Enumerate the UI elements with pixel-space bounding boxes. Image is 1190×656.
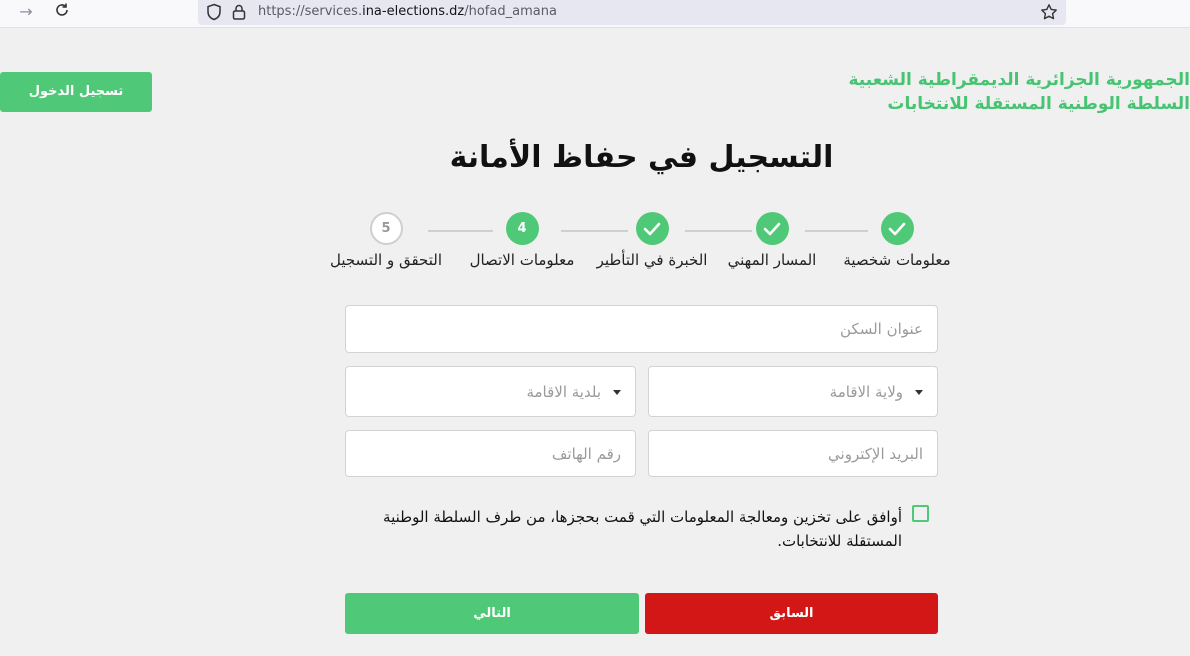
authority-name: السلطة الوطنية المستقلة للانتخابات xyxy=(887,94,1190,114)
email-input[interactable] xyxy=(648,430,938,477)
phone-input[interactable] xyxy=(345,430,636,477)
wilaya-select[interactable]: ولاية الاقامة xyxy=(648,366,938,417)
step-number: 4 xyxy=(505,212,539,245)
step-label: معلومات الاتصال xyxy=(469,251,575,269)
address-input[interactable] xyxy=(345,305,938,353)
step-verification: 5 التحقق و التسجيل xyxy=(311,212,461,269)
forward-arrow-icon[interactable]: → xyxy=(14,2,38,22)
step-supervision-experience: الخبرة في التأطير xyxy=(577,212,727,269)
caret-down-icon xyxy=(613,390,621,395)
url-text: https://services.ina-elections.dz/hofad_… xyxy=(258,4,557,19)
commune-select[interactable]: بلدية الاقامة xyxy=(345,366,636,417)
url-path: /hofad_amana xyxy=(464,4,557,19)
consent-text: أوافق على تخزين ومعالجة المعلومات التي ق… xyxy=(383,508,902,550)
caret-down-icon xyxy=(915,390,923,395)
gov-header: الجمهورية الجزائرية الديمقراطية الشعبية … xyxy=(848,68,1190,116)
next-button[interactable]: التالي xyxy=(345,593,639,634)
url-bar[interactable]: https://services.ina-elections.dz/hofad_… xyxy=(198,0,1066,25)
reload-icon[interactable] xyxy=(50,2,74,22)
consent-checkbox[interactable] xyxy=(912,505,929,522)
url-prefix: https://services. xyxy=(258,4,363,19)
lock-icon[interactable] xyxy=(232,3,246,25)
page-title: التسجيل في حفاظ الأمانة xyxy=(449,140,834,175)
check-icon xyxy=(880,212,914,245)
check-icon xyxy=(755,212,789,245)
url-host: ina-elections.dz xyxy=(362,4,465,19)
star-icon[interactable] xyxy=(1040,3,1058,25)
browser-toolbar: → https://services.ina-elections.dz/hofa… xyxy=(0,0,1190,28)
wilaya-select-value: ولاية الاقامة xyxy=(829,383,903,401)
commune-select-value: بلدية الاقامة xyxy=(526,383,601,401)
check-icon xyxy=(635,212,669,245)
previous-button[interactable]: السابق xyxy=(645,593,938,634)
shield-icon[interactable] xyxy=(206,3,222,25)
republic-name: الجمهورية الجزائرية الديمقراطية الشعبية xyxy=(848,70,1190,90)
login-button[interactable]: تسجيل الدخول xyxy=(0,72,152,112)
step-label: الخبرة في التأطير xyxy=(596,251,708,269)
step-number: 5 xyxy=(369,212,403,245)
step-label: التحقق و التسجيل xyxy=(329,251,443,269)
step-contact-info: 4 معلومات الاتصال xyxy=(447,212,597,269)
